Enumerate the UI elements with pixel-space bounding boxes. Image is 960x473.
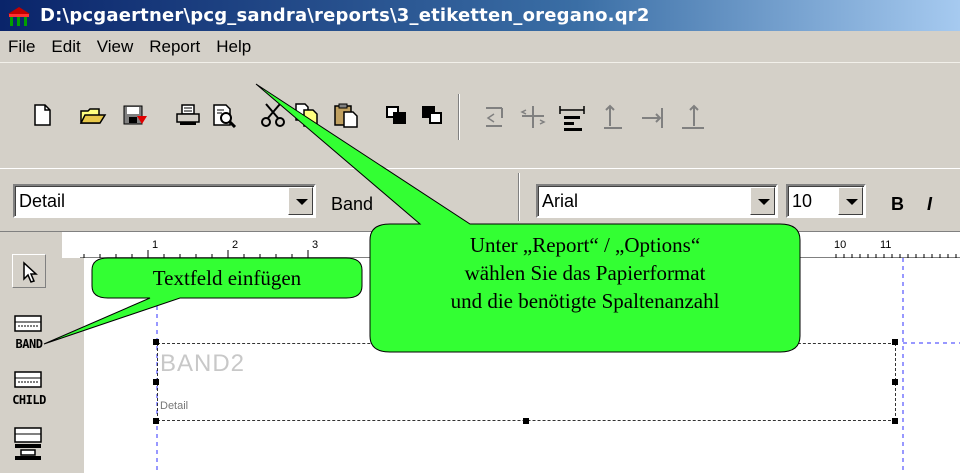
report-callout-line-3: und die benötigte Spaltenanzahl bbox=[450, 289, 720, 313]
report-callout-line-1: Unter „Report“ / „Options“ bbox=[469, 233, 701, 257]
report-callout-text: Unter „Report“ / „Options“ wählen Sie da… bbox=[370, 231, 800, 315]
textfield-callout-text: Textfeld einfügen bbox=[152, 266, 302, 290]
report-callout-line-2: wählen Sie das Papierformat bbox=[464, 261, 706, 285]
